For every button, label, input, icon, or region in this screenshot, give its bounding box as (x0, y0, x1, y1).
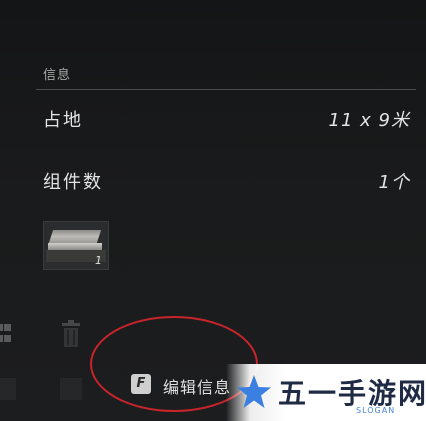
grid-icon[interactable] (0, 322, 18, 346)
footprint-label: 占地 (43, 110, 83, 131)
trash-icon[interactable] (60, 320, 82, 348)
edit-info-button[interactable]: 编辑信息 (163, 374, 231, 398)
info-panel: 信息 占地 11 x 9米 组件数 1个 1 F 编辑信息 五一手游网 SLOG… (0, 0, 426, 421)
stone-slab-thumbnail-edge (48, 243, 102, 250)
footprint-value: 11 x 9米 (328, 110, 410, 131)
toolbar-slot-middle[interactable] (60, 378, 82, 400)
component-count-value: 1个 (378, 172, 410, 193)
watermark-slogan: SLOGAN (356, 406, 396, 415)
stone-slab-thumbnail (48, 230, 102, 243)
toolbar-slot-left[interactable] (0, 378, 16, 400)
f-key-badge: F (131, 374, 151, 394)
section-title: 信息 (43, 68, 72, 83)
section-divider (36, 89, 416, 90)
star-logo-icon (237, 375, 271, 408)
component-slot-stone-slab[interactable]: 1 (43, 221, 109, 270)
component-quantity: 1 (95, 254, 102, 267)
watermark-text: 五一手游网 (278, 377, 426, 410)
component-count-label: 组件数 (43, 172, 103, 193)
